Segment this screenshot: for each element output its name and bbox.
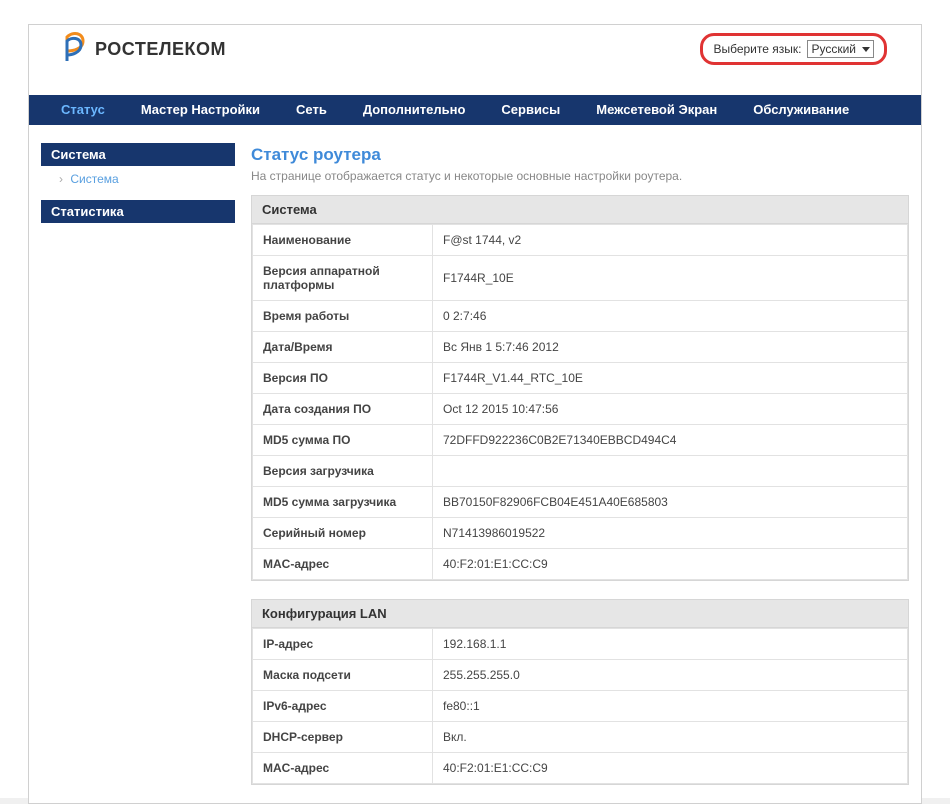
nav-network[interactable]: Сеть [278, 95, 345, 125]
header: РОСТЕЛЕКОМ Выберите язык: Русский [29, 25, 921, 95]
row-value: F1744R_10E [433, 256, 908, 301]
sidebar-item-system[interactable]: Система [70, 172, 118, 186]
row-value: Вкл. [433, 722, 908, 753]
table-row: MD5 сумма загрузчикаBB70150F82906FCB04E4… [253, 487, 908, 518]
row-key: Версия загрузчика [253, 456, 433, 487]
panel-lan-header: Конфигурация LAN [252, 600, 908, 628]
language-select-value: Русский [811, 42, 856, 56]
row-value: F1744R_V1.44_RTC_10E [433, 363, 908, 394]
table-row: Дата создания ПОOct 12 2015 10:47:56 [253, 394, 908, 425]
table-row: НаименованиеF@st 1744, v2 [253, 225, 908, 256]
caret-right-icon: › [59, 172, 63, 186]
row-value: 0 2:7:46 [433, 301, 908, 332]
table-row: Маска подсети255.255.255.0 [253, 660, 908, 691]
table-row: Версия ПОF1744R_V1.44_RTC_10E [253, 363, 908, 394]
row-key: Время работы [253, 301, 433, 332]
row-key: Дата/Время [253, 332, 433, 363]
row-value [433, 456, 908, 487]
table-row: IPv6-адресfe80::1 [253, 691, 908, 722]
nav-firewall[interactable]: Межсетевой Экран [578, 95, 735, 125]
row-key: Маска подсети [253, 660, 433, 691]
system-table: НаименованиеF@st 1744, v2 Версия аппарат… [252, 224, 908, 580]
language-select[interactable]: Русский [807, 40, 874, 58]
sidebar: Система › Система Статистика [41, 143, 251, 803]
table-row: Время работы0 2:7:46 [253, 301, 908, 332]
panel-lan: Конфигурация LAN IP-адрес192.168.1.1 Мас… [251, 599, 909, 785]
row-value: Вс Янв 1 5:7:46 2012 [433, 332, 908, 363]
brand-logo-icon [63, 31, 87, 68]
page-description: На странице отображается статус и некото… [251, 169, 909, 183]
row-key: Серийный номер [253, 518, 433, 549]
row-value: 72DFFD922236C0B2E71340EBBCD494C4 [433, 425, 908, 456]
row-key: DHCP-сервер [253, 722, 433, 753]
table-row: DHCP-серверВкл. [253, 722, 908, 753]
table-row: Версия загрузчика [253, 456, 908, 487]
chevron-down-icon [862, 47, 870, 52]
table-row: Дата/ВремяВс Янв 1 5:7:46 2012 [253, 332, 908, 363]
sidebar-group-statistics[interactable]: Статистика [41, 200, 235, 223]
language-selector-area: Выберите язык: Русский [700, 33, 887, 65]
nav-status[interactable]: Статус [43, 95, 123, 125]
row-value: 192.168.1.1 [433, 629, 908, 660]
row-key: Дата создания ПО [253, 394, 433, 425]
row-key: IP-адрес [253, 629, 433, 660]
panel-system-header: Система [252, 196, 908, 224]
table-row: MD5 сумма ПО72DFFD922236C0B2E71340EBBCD4… [253, 425, 908, 456]
nav-services[interactable]: Сервисы [483, 95, 578, 125]
nav-setup-wizard[interactable]: Мастер Настройки [123, 95, 278, 125]
content: Статус роутера На странице отображается … [251, 143, 909, 803]
row-value: fe80::1 [433, 691, 908, 722]
row-key: MD5 сумма ПО [253, 425, 433, 456]
row-value: F@st 1744, v2 [433, 225, 908, 256]
table-row: Версия аппаратной платформыF1744R_10E [253, 256, 908, 301]
row-key: Версия аппаратной платформы [253, 256, 433, 301]
main-nav: Статус Мастер Настройки Сеть Дополнитель… [29, 95, 921, 125]
row-value: 40:F2:01:E1:CC:C9 [433, 549, 908, 580]
row-key: MAC-адрес [253, 753, 433, 784]
sidebar-group-system[interactable]: Система [41, 143, 235, 166]
language-label: Выберите язык: [713, 42, 801, 56]
row-value: 255.255.255.0 [433, 660, 908, 691]
row-value: 40:F2:01:E1:CC:C9 [433, 753, 908, 784]
page-title: Статус роутера [251, 145, 909, 165]
table-row: Серийный номерN71413986019522 [253, 518, 908, 549]
row-key: MD5 сумма загрузчика [253, 487, 433, 518]
row-key: IPv6-адрес [253, 691, 433, 722]
lan-table: IP-адрес192.168.1.1 Маска подсети255.255… [252, 628, 908, 784]
nav-maintenance[interactable]: Обслуживание [735, 95, 867, 125]
brand-name: РОСТЕЛЕКОМ [95, 39, 226, 60]
table-row: MAC-адрес40:F2:01:E1:CC:C9 [253, 753, 908, 784]
row-key: Наименование [253, 225, 433, 256]
row-value: N71413986019522 [433, 518, 908, 549]
row-key: MAC-адрес [253, 549, 433, 580]
row-key: Версия ПО [253, 363, 433, 394]
row-value: BB70150F82906FCB04E451A40E685803 [433, 487, 908, 518]
table-row: MAC-адрес40:F2:01:E1:CC:C9 [253, 549, 908, 580]
row-value: Oct 12 2015 10:47:56 [433, 394, 908, 425]
panel-system: Система НаименованиеF@st 1744, v2 Версия… [251, 195, 909, 581]
nav-advanced[interactable]: Дополнительно [345, 95, 484, 125]
table-row: IP-адрес192.168.1.1 [253, 629, 908, 660]
